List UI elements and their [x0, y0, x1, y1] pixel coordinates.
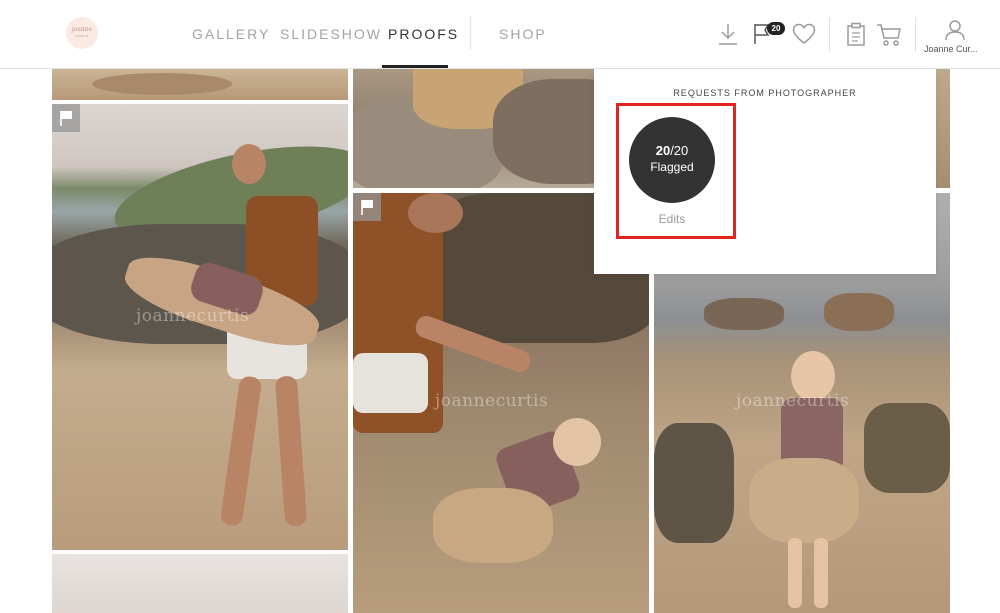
- flagged-progress-button[interactable]: 20/20 Flagged: [629, 117, 715, 203]
- gallery-photo[interactable]: joannecurtis: [52, 104, 348, 550]
- flagged-count: 20/20: [629, 143, 715, 158]
- user-name[interactable]: Joanne Cur...: [924, 43, 994, 55]
- logo-text: joanne: [71, 26, 93, 33]
- logo-subtext: CURTIS: [75, 34, 89, 38]
- icon-divider: [915, 18, 916, 52]
- gallery-photo[interactable]: [52, 554, 348, 613]
- father-head: [408, 193, 463, 233]
- flagged-done: 20: [655, 143, 671, 158]
- flagged-label: Flagged: [650, 160, 694, 174]
- flag-icon: [60, 111, 72, 126]
- download-icon[interactable]: [717, 22, 739, 46]
- seaweed-rock: [864, 403, 950, 493]
- tulle-skirt: [749, 458, 859, 543]
- flagged-total: /20: [670, 143, 689, 158]
- requests-dropdown: REQUESTS FROM PHOTOGRAPHER 20/20 Flagged…: [594, 69, 936, 274]
- flagged-marker[interactable]: [52, 104, 80, 132]
- watermark: joannecurtis: [736, 391, 850, 411]
- clipboard-icon[interactable]: [846, 22, 866, 46]
- top-header: joanne CURTIS GALLERY SLIDESHOW PROOFS S…: [0, 0, 1000, 69]
- father-leg: [219, 375, 263, 527]
- flagged-marker[interactable]: [353, 193, 381, 221]
- father-leg: [274, 375, 308, 527]
- rock: [704, 298, 784, 330]
- icon-divider: [829, 18, 830, 52]
- father-shorts: [353, 353, 428, 413]
- nav-shop[interactable]: SHOP: [499, 26, 547, 42]
- heart-icon[interactable]: [792, 23, 816, 45]
- edits-label[interactable]: Edits: [629, 212, 715, 226]
- father-head: [232, 144, 266, 184]
- rock: [824, 293, 894, 331]
- child-leg: [788, 538, 802, 608]
- cart-icon[interactable]: [876, 23, 902, 47]
- flag-count-badge: 20: [767, 22, 785, 35]
- flag-icon: [361, 200, 373, 215]
- seaweed-rock: [654, 423, 734, 543]
- nav-divider: [470, 16, 471, 50]
- sand-patch: [92, 73, 232, 95]
- nav-slideshow[interactable]: SLIDESHOW: [280, 26, 382, 42]
- user-icon[interactable]: [944, 19, 966, 41]
- nav-gallery[interactable]: GALLERY: [192, 26, 270, 42]
- brand-logo[interactable]: joanne CURTIS: [66, 17, 98, 49]
- watermark: joannecurtis: [136, 306, 250, 326]
- child-head: [553, 418, 601, 466]
- child-leg: [814, 538, 828, 608]
- nav-proofs[interactable]: PROOFS: [388, 26, 459, 42]
- dropdown-title: REQUESTS FROM PHOTOGRAPHER: [673, 88, 857, 98]
- active-tab-indicator: [382, 65, 448, 68]
- gallery-photo[interactable]: [52, 69, 348, 100]
- father-figure: [182, 144, 318, 550]
- watermark: joannecurtis: [435, 391, 549, 411]
- tulle-skirt: [433, 488, 553, 563]
